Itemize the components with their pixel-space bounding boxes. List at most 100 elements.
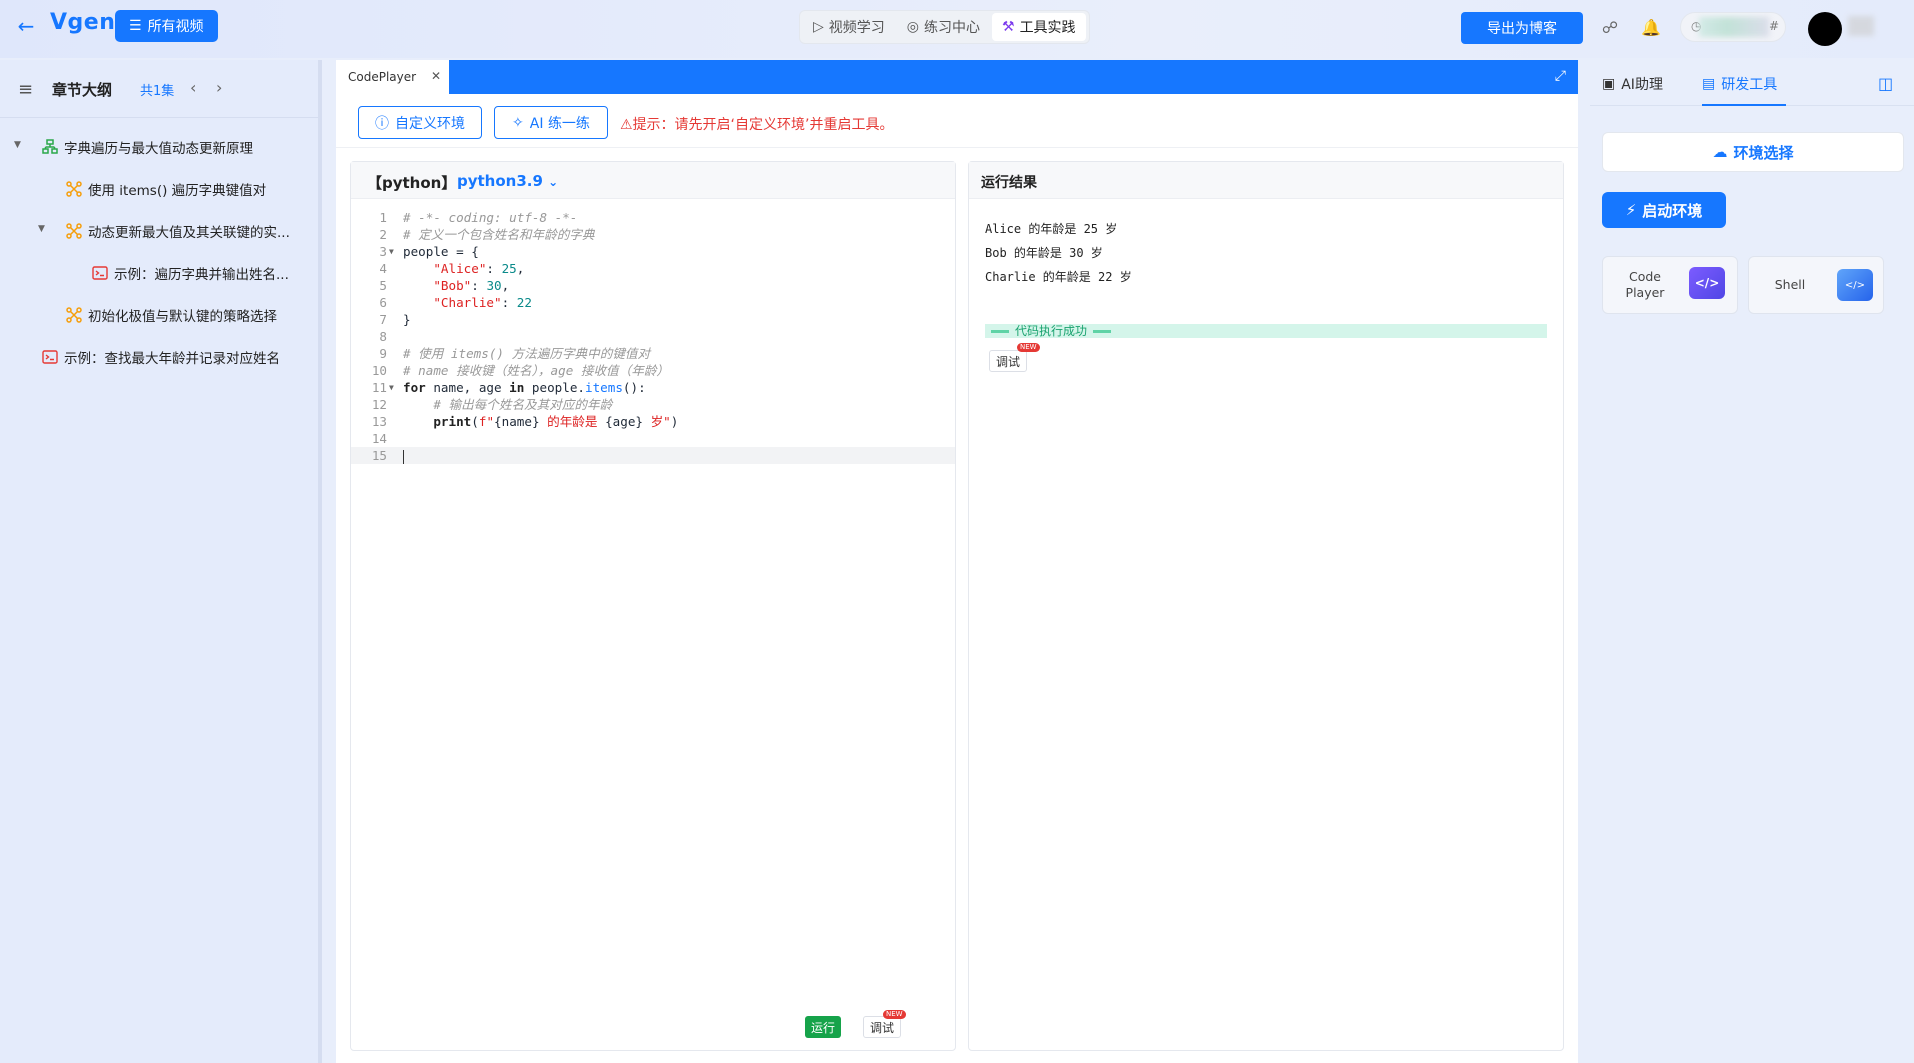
fold-caret-icon[interactable]: ▼: [389, 243, 394, 260]
terminal-window-icon: </>: [1837, 269, 1873, 301]
output-line: Charlie 的年龄是 22 岁: [985, 270, 1132, 284]
code-area[interactable]: 1 # -*- coding: utf-8 -*- 2 # 定义一个包含姓名和年龄的…: [351, 209, 955, 464]
resize-handle[interactable]: [318, 60, 322, 1063]
tree-item[interactable]: 初始化极值与默认键的策略选择: [66, 302, 277, 328]
robot-icon: ▣: [1602, 76, 1616, 92]
debug-label: 调试: [870, 1020, 895, 1035]
start-env-label: 启动环境: [1642, 201, 1703, 220]
code-window-icon: </>: [1689, 267, 1725, 299]
tree-item[interactable]: 示例：遍历字典并输出姓名...: [92, 260, 289, 286]
code-line: # 定义一个包含姓名和年龄的字典: [403, 227, 595, 242]
ai-practice-label: AI 练一练: [529, 115, 590, 132]
lightning-icon: ⚡: [1625, 201, 1637, 219]
sidebar-toggle-icon[interactable]: ◫: [1878, 74, 1893, 93]
card-label: Shell: [1774, 277, 1806, 292]
version-select[interactable]: python3.9 ⌄: [457, 172, 558, 190]
expand-icon[interactable]: ⤢: [1555, 68, 1566, 84]
code-line: # name 接收键（姓名），age 接收值（年龄）: [403, 363, 670, 378]
tab-ai-assistant[interactable]: ▣ AI助理: [1602, 74, 1663, 94]
tool-row: ⓘ 自定义环境 ✧ AI 练一练 ⚠提示：请先开启‘自定义环境’并重启工具。: [336, 94, 1578, 148]
tree-item-label: 使用 items() 遍历字典键值对: [88, 183, 267, 199]
info-icon: ⓘ: [375, 115, 389, 132]
success-label: 代码执行成功: [1015, 324, 1088, 338]
bell-icon[interactable]: 🔔: [1639, 16, 1663, 40]
debug-button[interactable]: 调试: [863, 1016, 902, 1038]
ai-practice-button[interactable]: ✧ AI 练一练: [494, 106, 608, 139]
node-icon: [66, 181, 82, 197]
tree-item[interactable]: 示例：查找最大年龄并记录对应姓名: [42, 344, 280, 370]
mode-switcher: ▷ 视频学习 ◎ 练习中心 ⚒ 工具实践: [799, 10, 1090, 44]
run-button[interactable]: 运行: [805, 1016, 842, 1038]
tree-item[interactable]: ▼ 动态更新最大值及其关联键的实...: [38, 218, 290, 244]
node-icon: [66, 307, 82, 323]
back-arrow-icon[interactable]: ←: [14, 14, 38, 38]
caret-down-icon[interactable]: ▼: [14, 140, 21, 150]
tree-item[interactable]: 使用 items() 遍历字典键值对: [66, 176, 266, 202]
top-bar: ← Vgen ☰ 所有视频 ▷ 视频学习 ◎ 练习中心 ⚒ 工具实践 导出为博客…: [0, 0, 1914, 58]
editor-footer: 调试 NEW 运行: [351, 1010, 955, 1050]
new-badge: NEW: [1017, 343, 1040, 352]
outline-title: 章节大纲: [52, 81, 113, 99]
tab-video-learning[interactable]: ▷ 视频学习: [803, 13, 895, 41]
result-debug-button[interactable]: 调试: [989, 350, 1028, 372]
custom-env-button[interactable]: ⓘ 自定义环境: [358, 106, 482, 139]
all-videos-button[interactable]: ☰ 所有视频: [115, 10, 218, 42]
code-line: [403, 447, 404, 464]
tab-dev-tools[interactable]: ▤ 研发工具: [1702, 74, 1777, 94]
code-editor: 【python】 python3.9 ⌄ 1 # -*- coding: utf-…: [350, 161, 956, 1051]
caret-down-icon[interactable]: ▼: [38, 224, 45, 234]
code-player-card[interactable]: Code Player </>: [1602, 256, 1738, 314]
tab-codeplayer[interactable]: CodePlayer ✕: [336, 60, 449, 94]
warning-icon: ⚠: [620, 117, 633, 133]
toolbox-icon: ▤: [1702, 76, 1716, 92]
tree-item-label: 动态更新最大值及其关联键的实...: [88, 225, 290, 241]
collapse-menu-icon[interactable]: ≡: [18, 79, 33, 100]
close-icon[interactable]: ✕: [431, 69, 441, 83]
start-env-button[interactable]: ⚡ 启动环境: [1602, 192, 1726, 228]
editor-header: 【python】 python3.9 ⌄: [351, 162, 955, 199]
tree-item-label: 示例：遍历字典并输出姓名...: [114, 267, 289, 283]
tab-strip: CodePlayer ✕ ⤢: [336, 60, 1578, 94]
dash-decor: [991, 329, 1009, 333]
code-line: }: [403, 312, 411, 327]
code-player-panel: CodePlayer ✕ ⤢ ⓘ 自定义环境 ✧ AI 练一练 ⚠提示：请先开启…: [336, 60, 1578, 1063]
tab-label: 视频学习: [828, 20, 885, 36]
share-icon[interactable]: ☍: [1598, 16, 1622, 40]
cloud-icon: ☁: [1712, 143, 1728, 161]
run-label: 运行: [811, 1020, 836, 1035]
tree-icon: [42, 139, 58, 155]
tree-item[interactable]: ▼ 字典遍历与最大值动态更新原理: [14, 134, 253, 160]
success-banner: 代码执行成功: [985, 324, 1547, 338]
play-icon: ▷: [813, 19, 824, 35]
magic-wand-icon: ✧: [512, 114, 524, 131]
chevron-right-icon[interactable]: ›: [216, 78, 222, 97]
code-line: # 输出每个姓名及其对应的年龄: [403, 397, 613, 412]
shell-card[interactable]: Shell </>: [1748, 256, 1884, 314]
debug-label: 调试: [996, 354, 1021, 369]
chevron-left-icon[interactable]: ‹: [190, 78, 196, 97]
tree-item-label: 示例：查找最大年龄并记录对应姓名: [64, 351, 280, 367]
fold-caret-icon[interactable]: ▼: [389, 379, 394, 396]
language-label: 【python】: [367, 174, 457, 192]
right-panel: ▣ AI助理 ▤ 研发工具 ◫ ☁ 环境选择 ⚡ 启动环境 Code Playe…: [1590, 60, 1914, 1063]
code-line: people = {: [403, 244, 479, 259]
tab-label: 研发工具: [1721, 77, 1778, 93]
terminal-icon: [92, 265, 108, 281]
active-tab-underline: [1702, 104, 1786, 106]
export-blog-button[interactable]: 导出为博客: [1461, 12, 1583, 44]
tab-practice-center[interactable]: ◎ 练习中心: [897, 13, 990, 41]
list-icon: ☰: [129, 18, 142, 34]
avatar[interactable]: [1808, 12, 1842, 46]
tab-tool-practice[interactable]: ⚒ 工具实践: [992, 13, 1086, 41]
env-select-button[interactable]: ☁ 环境选择: [1602, 132, 1904, 172]
tab-label: AI助理: [1621, 77, 1663, 93]
outline-sidebar: ≡ 章节大纲 共1集 ‹ › ▼ 字典遍历与最大值动态更新原理 使用 items…: [0, 60, 318, 1063]
hash-icon: #: [1769, 19, 1780, 33]
right-tabs: ▣ AI助理 ▤ 研发工具 ◫: [1590, 60, 1914, 106]
status-pill[interactable]: ◷ #: [1680, 12, 1786, 42]
outline-header: ≡ 章节大纲 共1集 ‹ ›: [0, 60, 318, 118]
chevron-down-icon: ⌄: [548, 175, 559, 189]
blurred-username: [1848, 16, 1874, 36]
warning-text: ⚠提示：请先开启‘自定义环境’并重启工具。: [620, 114, 893, 134]
output-line: Bob 的年龄是 30 岁: [985, 246, 1103, 260]
